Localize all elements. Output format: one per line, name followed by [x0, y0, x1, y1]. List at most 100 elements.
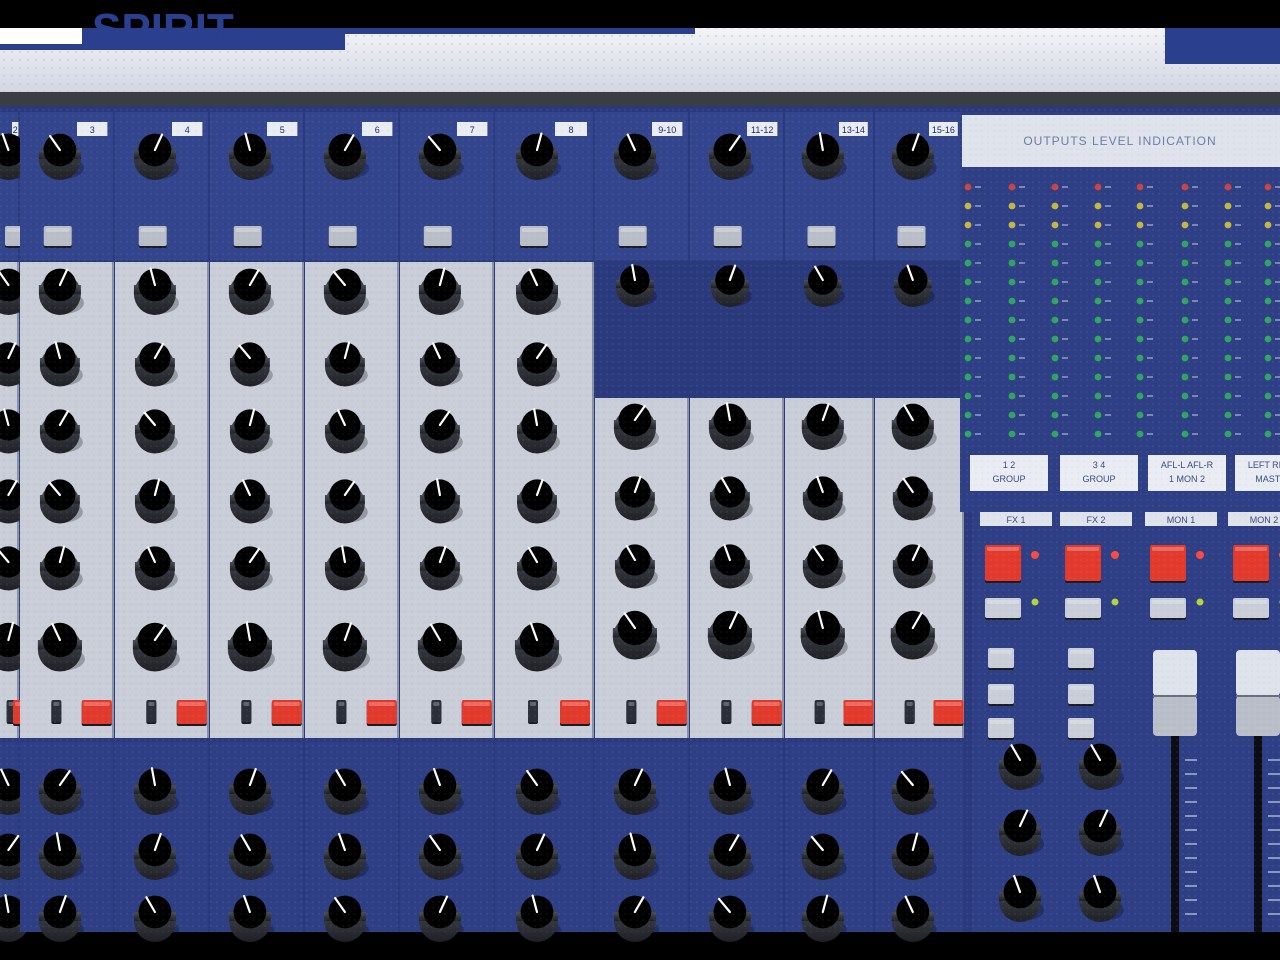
- mute-led: [1196, 551, 1204, 559]
- routing-mix-button[interactable]: [1068, 718, 1094, 740]
- routing-3-4-button[interactable]: [1068, 684, 1094, 706]
- channel-strip-11-12: 11-12: [690, 112, 784, 942]
- meter-group-label: AFL-L AFL-R 1 MON 2: [1148, 455, 1226, 491]
- solo-led: [1196, 598, 1204, 606]
- channel-strip-9-10: 9-10: [595, 112, 689, 942]
- channel-strip-3: 3: [20, 112, 114, 942]
- input-switch-button[interactable]: [897, 226, 926, 248]
- channel-strip-7: 7: [400, 112, 494, 942]
- svg-text:GROUP: GROUP: [992, 474, 1025, 484]
- channel-strip-8: 8: [495, 112, 594, 942]
- svg-text:3 4: 3 4: [1093, 460, 1106, 470]
- channel-number-label: 15-16: [932, 125, 955, 135]
- eq-button[interactable]: [81, 700, 112, 726]
- svg-text:MASTER: MASTER: [1255, 474, 1280, 484]
- eq-button[interactable]: [656, 700, 687, 726]
- input-switch-button[interactable]: [713, 226, 742, 248]
- channel-number-tag: 7: [457, 122, 488, 136]
- eq-button[interactable]: [271, 700, 302, 726]
- routing-1-2-button[interactable]: [988, 648, 1014, 670]
- svg-text:1 2: 1 2: [1003, 460, 1016, 470]
- brand-logo-text: SPIRIT: [92, 5, 234, 54]
- mixing-console-photo: SPIRIT 2 3 4 5 6 7 8 9-10 11-12 13-14 15-16 OUTPUT…: [0, 0, 1280, 960]
- channel-strip-6: 6: [305, 112, 399, 942]
- mute-button[interactable]: [1150, 545, 1186, 583]
- eq-button[interactable]: [751, 700, 782, 726]
- channel-strip-4: 4: [115, 112, 209, 942]
- solo-button[interactable]: [1150, 598, 1186, 620]
- channel-number-label: 13-14: [842, 125, 865, 135]
- eq-button[interactable]: [933, 700, 964, 726]
- channel-number-label: 6: [375, 125, 380, 135]
- meter-section-title: OUTPUTS LEVEL INDICATION: [1023, 134, 1216, 148]
- solo-button[interactable]: [1233, 598, 1269, 620]
- eq-in-switch[interactable]: [336, 700, 347, 724]
- channel-number-tag: 9-10: [652, 122, 683, 136]
- master-strip-title: FX 2: [1086, 515, 1105, 525]
- solo-led: [1031, 598, 1039, 606]
- eq-button[interactable]: [843, 700, 874, 726]
- input-switch-button[interactable]: [520, 226, 548, 248]
- channel-strip-15-16: 15-16: [875, 112, 964, 942]
- routing-3-4-button[interactable]: [988, 684, 1014, 706]
- solo-button[interactable]: [985, 598, 1021, 620]
- input-switch-button[interactable]: [807, 226, 836, 248]
- channel-number-label: 2: [13, 125, 18, 135]
- eq-in-switch[interactable]: [146, 700, 157, 724]
- eq-in-switch[interactable]: [904, 700, 915, 724]
- mute-led: [1111, 551, 1119, 559]
- meter-group-label: 1 2 GROUP: [970, 455, 1048, 491]
- channel-number-label: 11-12: [751, 125, 773, 135]
- channel-number-label: 5: [280, 125, 285, 135]
- meter-group-label: LEFT RIGHT MASTER: [1235, 455, 1280, 491]
- solo-button[interactable]: [1065, 598, 1101, 620]
- channel-strips: 2 3 4 5 6 7 8 9-10 11-12 13-14 15-16: [0, 112, 964, 942]
- eq-in-switch[interactable]: [241, 700, 252, 724]
- channel-number-tag: 4: [172, 122, 203, 136]
- eq-in-switch[interactable]: [814, 700, 825, 724]
- eq-in-switch[interactable]: [431, 700, 442, 724]
- eq-in-switch[interactable]: [626, 700, 637, 724]
- input-switch-button[interactable]: [618, 226, 647, 248]
- channel-number-label: 8: [568, 125, 573, 135]
- input-switch-button[interactable]: [423, 226, 452, 248]
- channel-number-tag: 5: [267, 122, 298, 136]
- channel-number-label: 3: [90, 125, 95, 135]
- svg-text:GROUP: GROUP: [1082, 474, 1115, 484]
- svg-text:LEFT RIGHT: LEFT RIGHT: [1248, 460, 1280, 470]
- master-section: FX 1 FX 2 MON 1 MON 2: [972, 508, 1280, 932]
- channel-strip-5: 5: [210, 112, 304, 942]
- channel-number-tag: 13-14: [839, 122, 868, 136]
- eq-in-switch[interactable]: [528, 700, 538, 724]
- eq-button[interactable]: [176, 700, 207, 726]
- eq-in-switch[interactable]: [721, 700, 732, 724]
- channel-number-label: 4: [185, 125, 190, 135]
- eq-button[interactable]: [366, 700, 397, 726]
- routing-mix-button[interactable]: [988, 718, 1014, 740]
- channel-number-tag: 11-12: [747, 122, 778, 136]
- input-switch-button[interactable]: [138, 226, 167, 248]
- input-switch-button[interactable]: [328, 226, 357, 248]
- eq-in-switch[interactable]: [51, 700, 62, 724]
- mute-button[interactable]: [985, 545, 1021, 583]
- eq-button[interactable]: [560, 700, 590, 726]
- svg-text:AFL-L AFL-R: AFL-L AFL-R: [1161, 460, 1214, 470]
- routing-1-2-button[interactable]: [1068, 648, 1094, 670]
- input-switch-button[interactable]: [43, 226, 72, 248]
- output-meter-section: OUTPUTS LEVEL INDICATION 1 2 GROUP 3 4 GROUP…: [960, 112, 1280, 512]
- meter-group-label: 3 4 GROUP: [1060, 455, 1138, 491]
- channel-number-tag: 8: [555, 122, 587, 136]
- channel-number-tag: 2: [12, 122, 19, 136]
- mute-button[interactable]: [1065, 545, 1101, 583]
- eq-button[interactable]: [461, 700, 492, 726]
- mute-led: [1031, 551, 1039, 559]
- master-strip-title: FX 1: [1006, 515, 1025, 525]
- svg-text:1 MON 2: 1 MON 2: [1169, 474, 1205, 484]
- master-strip-title: MON 1: [1167, 515, 1196, 525]
- channel-number-tag: 6: [362, 122, 393, 136]
- channel-number-tag: 3: [77, 122, 108, 136]
- channel-strip-13-14: 13-14: [785, 112, 874, 942]
- input-switch-button[interactable]: [233, 226, 262, 248]
- mute-button[interactable]: [1233, 545, 1269, 583]
- channel-number-label: 9-10: [658, 125, 676, 135]
